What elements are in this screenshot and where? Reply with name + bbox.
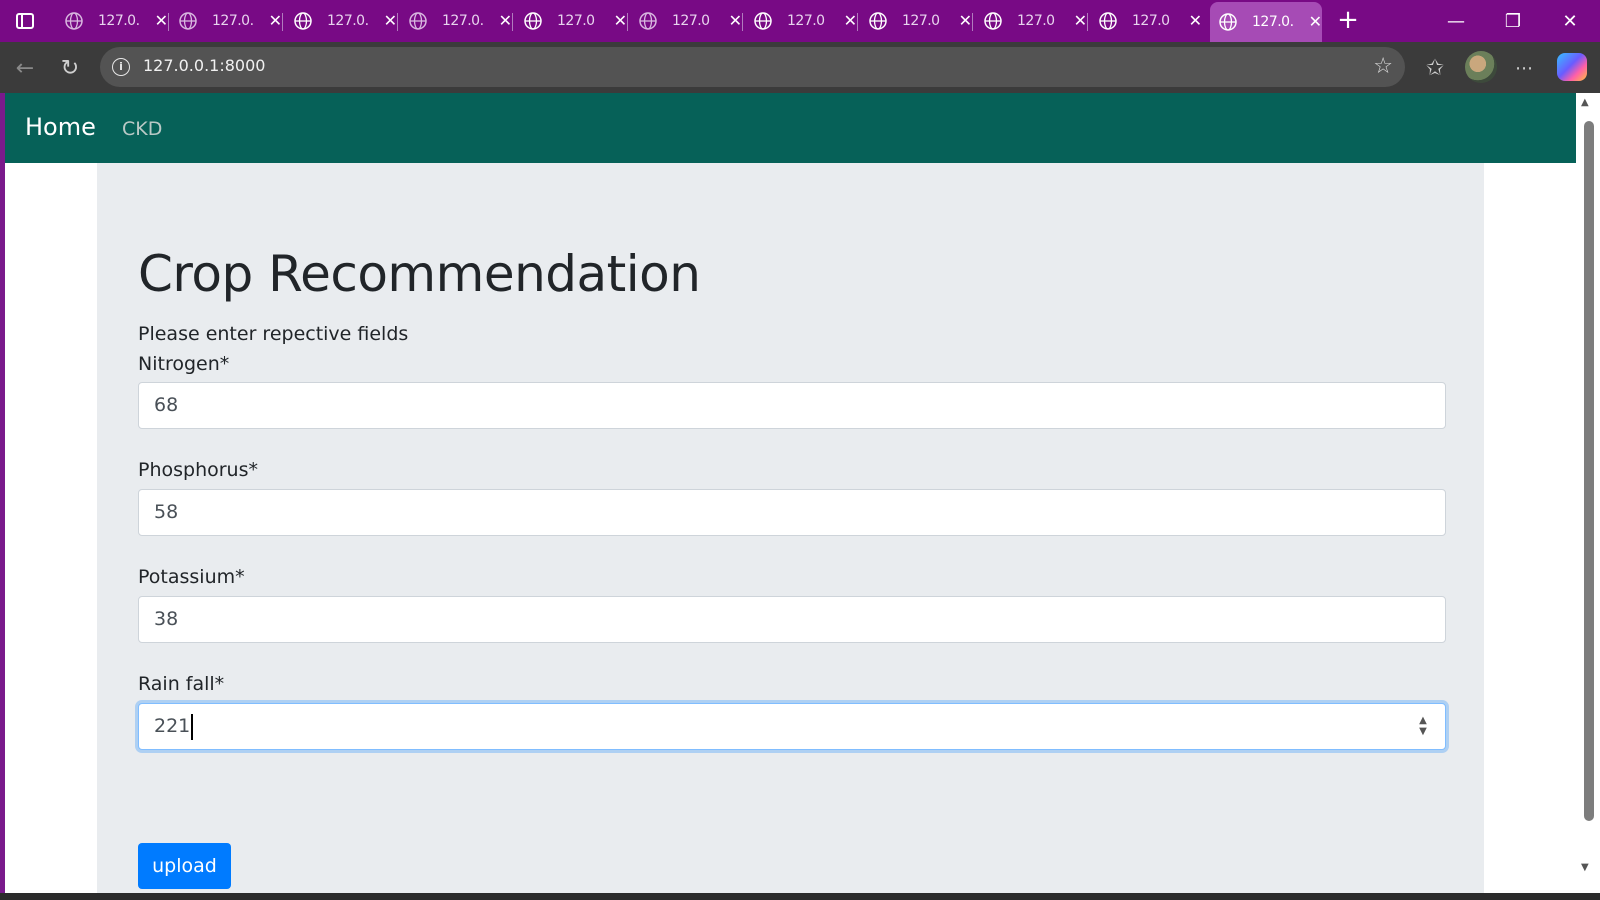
browser-tab-strip: 127.0. ✕ 127.0. ✕ 127.0. ✕ 127.0. ✕ 127.… bbox=[0, 0, 1600, 42]
globe-icon bbox=[294, 12, 312, 30]
browser-tab[interactable]: 127.0. ✕ bbox=[400, 4, 513, 38]
browser-tab[interactable]: 127.0. ✕ bbox=[170, 4, 283, 38]
minimize-button[interactable]: — bbox=[1428, 0, 1484, 42]
browser-tab[interactable]: 127.0 ✕ bbox=[745, 4, 858, 38]
rainfall-input[interactable]: 221 ▲ ▼ bbox=[138, 703, 1446, 750]
tab-title: 127.0 bbox=[902, 13, 940, 29]
back-button[interactable]: ← bbox=[9, 52, 41, 84]
browser-tab[interactable]: 127.0. ✕ bbox=[56, 4, 169, 38]
browser-tab[interactable]: 127.0 ✕ bbox=[975, 4, 1088, 38]
page-viewport: Home CKD Crop Recommendation Please ente… bbox=[5, 93, 1576, 893]
close-icon[interactable]: ✕ bbox=[155, 13, 168, 29]
text-caret bbox=[191, 713, 194, 740]
globe-icon bbox=[869, 12, 887, 30]
close-icon[interactable]: ✕ bbox=[384, 13, 397, 29]
globe-icon bbox=[179, 12, 197, 30]
tab-title: 127.0. bbox=[442, 13, 484, 29]
site-navbar: Home CKD bbox=[5, 93, 1576, 163]
phosphorus-input[interactable]: 58 bbox=[138, 489, 1446, 536]
upload-button[interactable]: upload bbox=[138, 843, 231, 889]
form-subtitle: Please enter repective fields bbox=[138, 323, 409, 345]
tab-title: 127.0 bbox=[557, 13, 595, 29]
close-icon[interactable]: ✕ bbox=[844, 13, 857, 29]
tab-title: 127.0. bbox=[327, 13, 369, 29]
close-icon[interactable]: ✕ bbox=[1189, 13, 1202, 29]
tab-title: 127.0. bbox=[212, 13, 254, 29]
close-icon[interactable]: ✕ bbox=[1309, 14, 1322, 30]
potassium-label: Potassium* bbox=[138, 566, 245, 588]
close-icon[interactable]: ✕ bbox=[269, 13, 282, 29]
close-window-button[interactable]: ✕ bbox=[1542, 0, 1598, 42]
number-spinner[interactable]: ▲ ▼ bbox=[1417, 715, 1429, 739]
avatar[interactable] bbox=[1465, 51, 1497, 83]
nav-link-ckd[interactable]: CKD bbox=[122, 118, 162, 140]
tab-actions-icon[interactable] bbox=[8, 7, 42, 35]
close-icon[interactable]: ✕ bbox=[1074, 13, 1087, 29]
browser-toolbar: ← ↻ i 127.0.0.1:8000 ☆ ✩ ⋯ bbox=[0, 42, 1600, 93]
tab-title: 127.0 bbox=[1132, 13, 1170, 29]
globe-icon bbox=[1219, 13, 1237, 31]
globe-icon bbox=[524, 12, 542, 30]
scroll-up-icon[interactable]: ▲ bbox=[1581, 97, 1589, 108]
nitrogen-value: 68 bbox=[154, 394, 179, 416]
restore-button[interactable]: ❐ bbox=[1485, 0, 1541, 42]
browser-tab-active[interactable]: 127.0. ✕ bbox=[1210, 2, 1322, 42]
phosphorus-value: 58 bbox=[154, 501, 179, 523]
close-icon[interactable]: ✕ bbox=[729, 13, 742, 29]
form-container: Crop Recommendation Please enter repecti… bbox=[97, 163, 1484, 893]
reload-button[interactable]: ↻ bbox=[54, 52, 86, 84]
browser-tab[interactable]: 127.0 ✕ bbox=[630, 4, 743, 38]
scroll-thumb[interactable] bbox=[1584, 121, 1594, 821]
rainfall-label: Rain fall* bbox=[138, 673, 225, 695]
tab-title: 127.0. bbox=[98, 13, 140, 29]
globe-icon bbox=[65, 12, 83, 30]
close-icon[interactable]: ✕ bbox=[499, 13, 512, 29]
rainfall-value: 221 bbox=[154, 715, 191, 737]
nitrogen-label: Nitrogen* bbox=[138, 353, 230, 375]
tab-title: 127.0. bbox=[1252, 14, 1294, 30]
info-icon[interactable]: i bbox=[112, 58, 130, 76]
new-tab-button[interactable]: + bbox=[1333, 6, 1363, 36]
star-icon[interactable]: ☆ bbox=[1373, 54, 1393, 79]
address-bar[interactable]: i 127.0.0.1:8000 ☆ bbox=[100, 47, 1405, 87]
browser-tab[interactable]: 127.0 ✕ bbox=[860, 4, 973, 38]
globe-icon bbox=[409, 12, 427, 30]
browser-tab[interactable]: 127.0. ✕ bbox=[285, 4, 398, 38]
tab-title: 127.0 bbox=[1017, 13, 1055, 29]
potassium-input[interactable]: 38 bbox=[138, 596, 1446, 643]
favorites-button[interactable]: ✩ bbox=[1419, 52, 1451, 84]
close-icon[interactable]: ✕ bbox=[959, 13, 972, 29]
tab-title: 127.0 bbox=[787, 13, 825, 29]
potassium-value: 38 bbox=[154, 608, 179, 630]
window-bottom-edge bbox=[0, 893, 1600, 900]
address-url: 127.0.0.1:8000 bbox=[143, 56, 266, 75]
copilot-icon[interactable] bbox=[1557, 53, 1587, 81]
globe-icon bbox=[754, 12, 772, 30]
page-title: Crop Recommendation bbox=[138, 245, 701, 303]
phosphorus-label: Phosphorus* bbox=[138, 459, 259, 481]
browser-tab[interactable]: 127.0 ✕ bbox=[515, 4, 628, 38]
close-icon[interactable]: ✕ bbox=[614, 13, 627, 29]
tab-title: 127.0 bbox=[672, 13, 710, 29]
vertical-scrollbar[interactable]: ▲ ▼ bbox=[1576, 93, 1600, 893]
scroll-down-icon[interactable]: ▼ bbox=[1581, 862, 1589, 873]
nav-link-home[interactable]: Home bbox=[25, 113, 96, 141]
browser-tab[interactable]: 127.0 ✕ bbox=[1090, 4, 1202, 38]
globe-icon bbox=[1099, 12, 1117, 30]
globe-icon bbox=[984, 12, 1002, 30]
globe-icon bbox=[639, 12, 657, 30]
more-menu-button[interactable]: ⋯ bbox=[1508, 52, 1540, 84]
nitrogen-input[interactable]: 68 bbox=[138, 382, 1446, 429]
